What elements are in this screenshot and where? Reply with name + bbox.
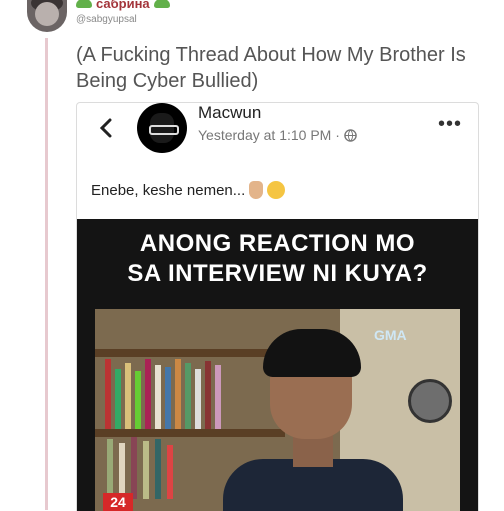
book: [107, 439, 113, 499]
book: [105, 359, 111, 429]
tears-of-joy-emoji-icon: [267, 181, 286, 199]
leaf-emoji-icon: [153, 0, 170, 8]
book: [215, 365, 221, 429]
embedded-screenshot-card[interactable]: Macwun Yesterday at 1:10 PM · ••• Enebe,…: [76, 102, 479, 511]
user-avatar[interactable]: [27, 0, 67, 32]
channel-badge: 24: [103, 493, 133, 511]
book: [155, 439, 161, 499]
book: [185, 363, 191, 429]
book: [143, 441, 149, 499]
victory-hand-emoji-icon: [249, 181, 264, 199]
book: [175, 359, 181, 429]
book: [145, 359, 151, 429]
caption-text: Enebe, keshe nemen...: [91, 181, 246, 199]
more-options-icon[interactable]: •••: [438, 113, 462, 136]
meme-title-line-2: SA INTERVIEW NI KUYA?: [127, 260, 428, 287]
book: [135, 371, 141, 429]
post-timestamp[interactable]: Yesterday at 1:10 PM ·: [198, 127, 357, 143]
leaf-emoji-icon: [76, 0, 92, 8]
meme-title-line-1: ANONG REACTION MO: [139, 230, 416, 257]
bookshelf: [95, 349, 285, 357]
thread-connector-line: [45, 38, 48, 510]
poster-name[interactable]: Macwun: [198, 103, 261, 123]
timestamp-text: Yesterday at 1:10 PM ·: [198, 127, 340, 143]
meme-title: ANONG REACTION MO SA INTERVIEW NI KUYA?: [77, 229, 478, 289]
person-hair: [263, 329, 361, 377]
electric-fan: [408, 379, 452, 423]
user-handle[interactable]: @sabgyupsal: [76, 14, 137, 25]
book: [167, 445, 173, 499]
bookshelf: [95, 429, 285, 437]
tweet-text: (A Fucking Thread About How My Brother I…: [76, 44, 466, 92]
meme-image[interactable]: ANONG REACTION MO SA INTERVIEW NI KUYA?: [77, 219, 478, 511]
gma-watermark: GMA: [374, 327, 407, 343]
post-caption: Enebe, keshe nemen...: [91, 181, 286, 199]
book: [125, 363, 131, 429]
globe-icon: [344, 128, 357, 142]
book: [115, 369, 121, 429]
chevron-left-icon[interactable]: [96, 117, 118, 139]
display-name[interactable]: сабрина: [96, 0, 150, 11]
poster-avatar[interactable]: [137, 103, 187, 153]
book: [165, 367, 171, 429]
book: [205, 361, 211, 429]
display-name-row[interactable]: сабрина: [76, 0, 170, 11]
meme-photo: GMA 24: [95, 309, 460, 511]
book: [119, 443, 125, 499]
book: [195, 369, 201, 429]
glasses-icon: [149, 125, 179, 135]
book: [131, 437, 137, 499]
book: [155, 365, 161, 429]
